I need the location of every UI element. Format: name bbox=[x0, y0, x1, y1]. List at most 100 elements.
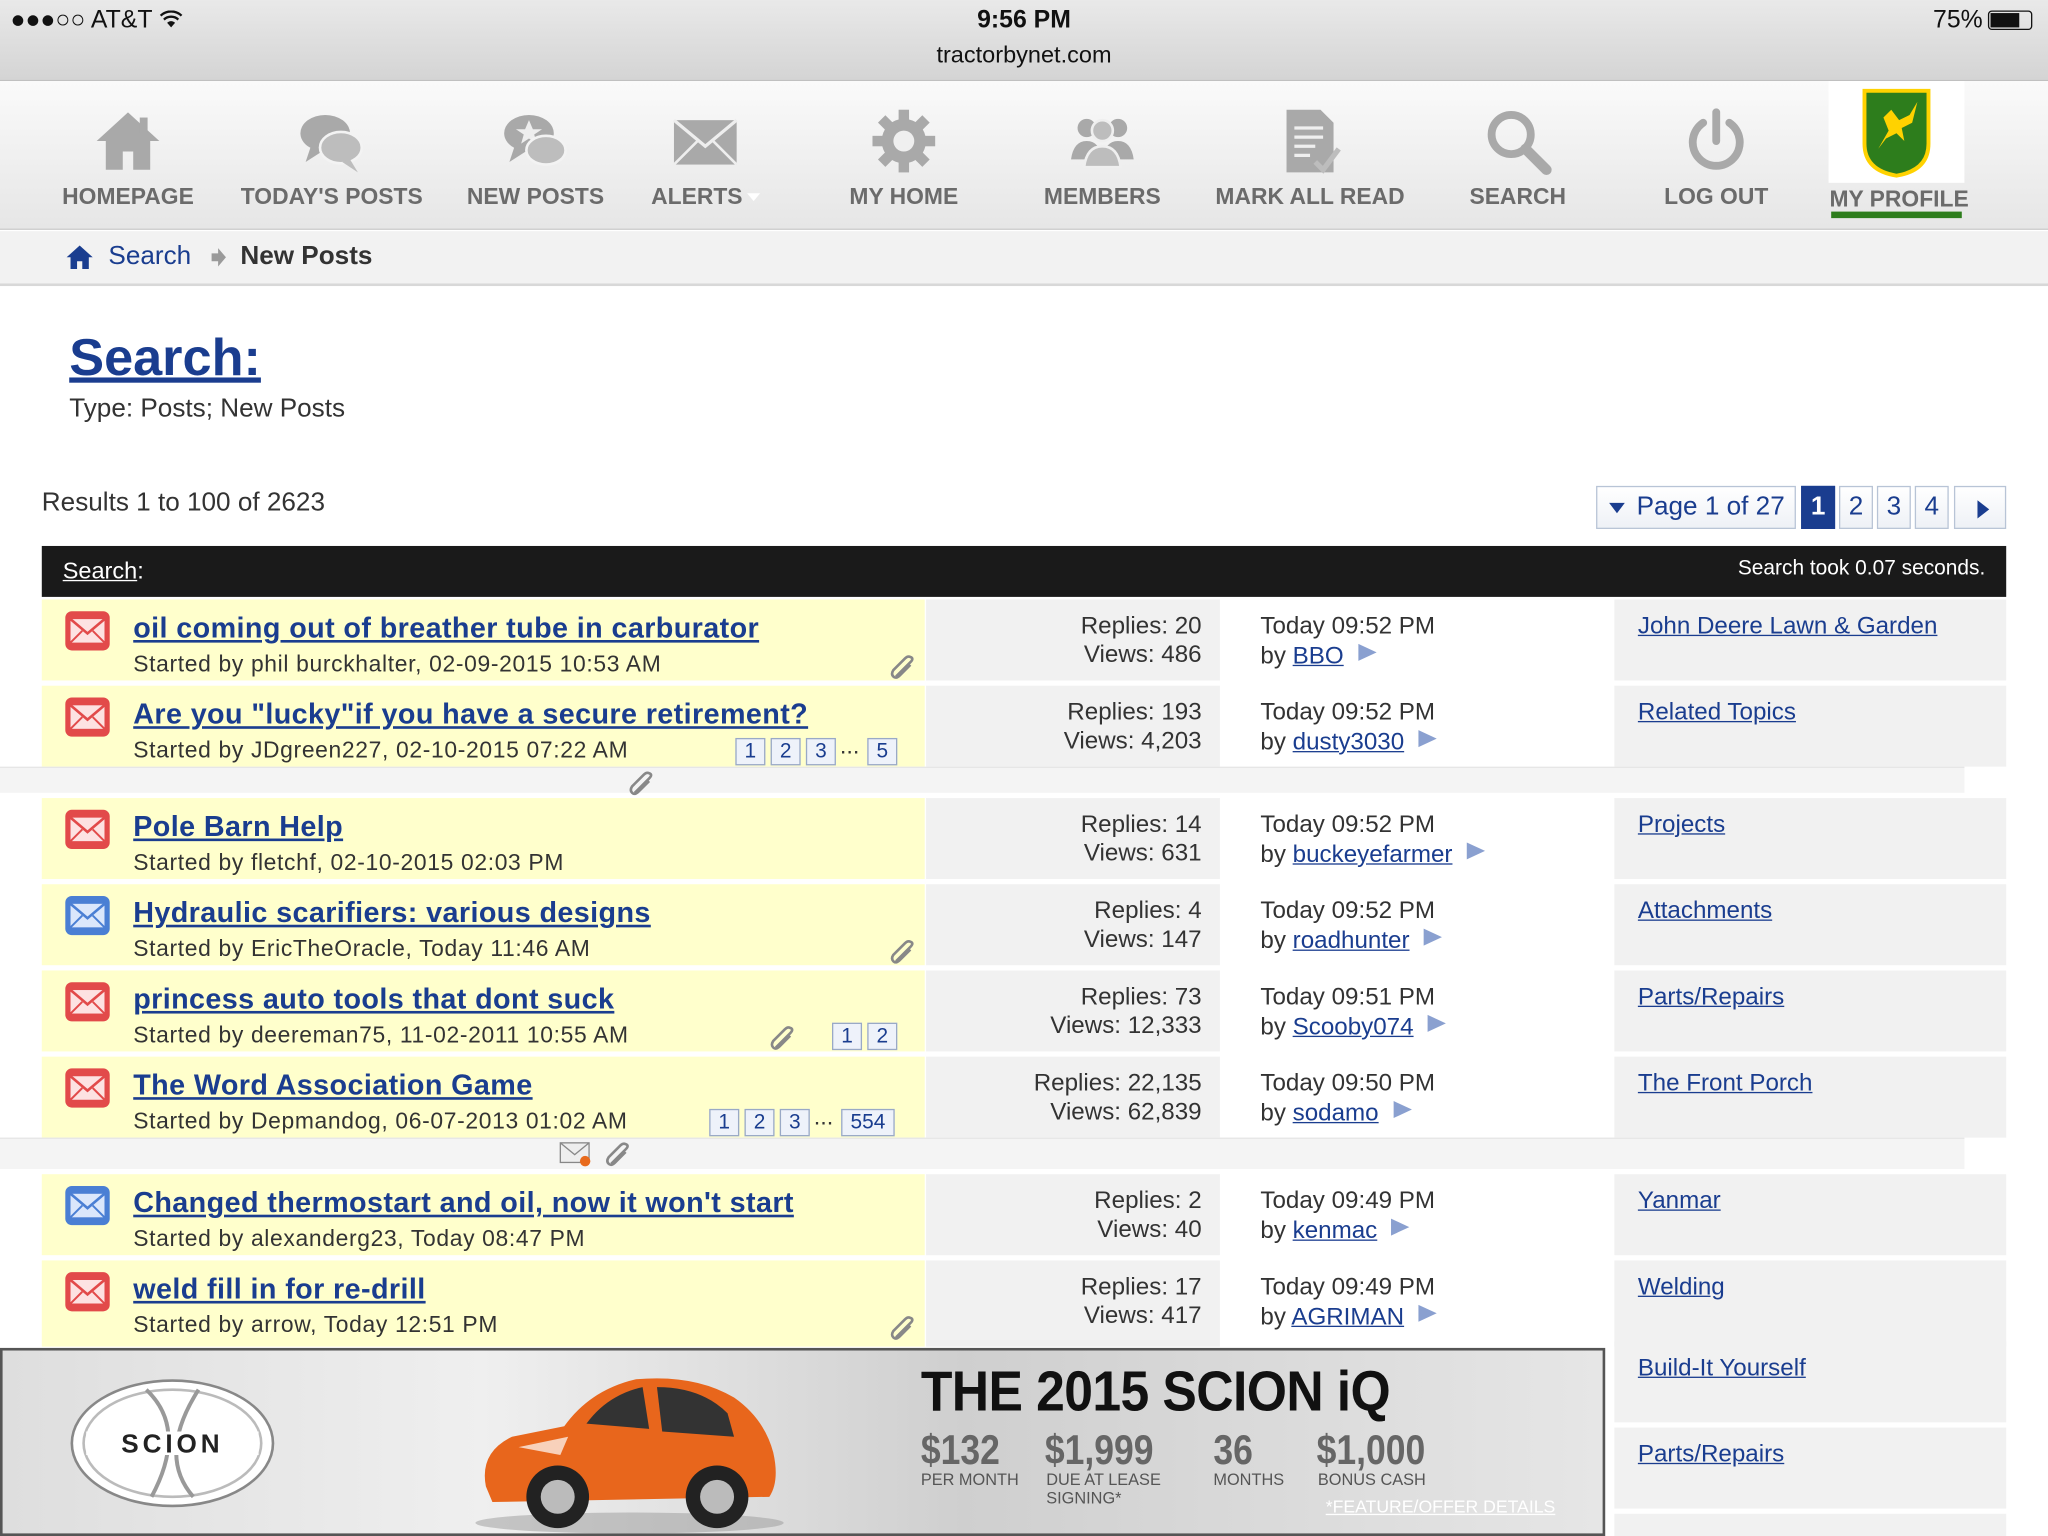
thread-page-link[interactable]: 3 bbox=[805, 737, 836, 766]
nav-new-posts[interactable]: NEW POSTS bbox=[457, 81, 614, 230]
last-poster-link[interactable]: Scooby074 bbox=[1293, 1012, 1414, 1039]
last-poster-link[interactable]: kenmac bbox=[1293, 1216, 1378, 1243]
envelope-red-icon bbox=[65, 697, 110, 737]
nav-alerts[interactable]: ALERTS bbox=[640, 81, 771, 230]
thread-page-link[interactable]: 2 bbox=[770, 737, 801, 766]
table-row: princess auto tools that dont suck Start… bbox=[41, 970, 2007, 1052]
thread-page-link[interactable]: 1 bbox=[735, 737, 766, 766]
breadcrumb-search-link[interactable]: Search bbox=[108, 242, 191, 272]
thread-title-link[interactable]: Pole Barn Help bbox=[133, 810, 343, 844]
thread-page-link[interactable]: 1 bbox=[709, 1108, 740, 1137]
home-icon[interactable] bbox=[65, 243, 94, 272]
paperclip-icon bbox=[606, 1142, 629, 1167]
ad-terms-link[interactable]: *FEATURE/OFFER DETAILS bbox=[1326, 1497, 1556, 1517]
last-post-date: Today 09:52 PM bbox=[1260, 895, 1436, 924]
thread-title-link[interactable]: Changed thermostart and oil, now it won'… bbox=[133, 1186, 794, 1220]
page-title[interactable]: Search: bbox=[69, 329, 261, 388]
thread-title-link[interactable]: oil coming out of breather tube in carbu… bbox=[133, 611, 759, 645]
nav-search[interactable]: SEARCH bbox=[1439, 81, 1596, 230]
page-button-2[interactable]: 2 bbox=[1839, 485, 1873, 529]
last-poster-link[interactable]: sodamo bbox=[1293, 1098, 1379, 1125]
forum-link[interactable]: Parts/Repairs bbox=[1638, 1439, 1784, 1468]
nav-mark-all-read[interactable]: MARK ALL READ bbox=[1204, 81, 1416, 230]
page-button-4[interactable]: 4 bbox=[1914, 485, 1949, 529]
page-button-3[interactable]: 3 bbox=[1876, 485, 1911, 529]
last-poster-link[interactable]: buckeyefarmer bbox=[1293, 840, 1453, 867]
go-to-post-icon[interactable] bbox=[1417, 729, 1438, 749]
thread-stats-cell: Replies: 73 Views: 12,333 bbox=[926, 970, 1220, 1052]
thread-views: Views: 486 bbox=[1083, 639, 1202, 668]
nav-log-out[interactable]: LOG OUT bbox=[1638, 81, 1795, 230]
paperclip-icon bbox=[890, 655, 914, 679]
page-jump-dropdown[interactable]: Page 1 of 27 bbox=[1596, 485, 1796, 529]
go-to-post-icon[interactable] bbox=[1417, 1304, 1438, 1324]
ad-banner[interactable]: SCION THE 2015 SCION iQ $132 PER MONTH $… bbox=[0, 1347, 1606, 1536]
forum-link[interactable]: Parts/Repairs bbox=[1638, 982, 1784, 1011]
last-poster-link[interactable]: dusty3030 bbox=[1293, 728, 1405, 755]
avatar bbox=[1828, 80, 1965, 183]
last-poster-link[interactable]: roadhunter bbox=[1293, 926, 1410, 953]
thread-title-link[interactable]: Are you "lucky"if you have a secure reti… bbox=[133, 697, 808, 731]
chevron-down-icon bbox=[1609, 502, 1625, 514]
thread-title-link[interactable]: Hydraulic scarifiers: various designs bbox=[133, 896, 651, 930]
url-bar[interactable]: tractorbynet.com bbox=[0, 42, 2048, 69]
page-button-1[interactable]: 1 bbox=[1801, 485, 1836, 529]
thread-title-link[interactable]: The Word Association Game bbox=[133, 1068, 532, 1102]
forum-link[interactable]: The Front Porch bbox=[1638, 1068, 1813, 1097]
thread-views: Views: 40 bbox=[1097, 1214, 1202, 1243]
forum-link[interactable]: Related Topics bbox=[1638, 697, 1796, 726]
last-post-date: Today 09:51 PM bbox=[1260, 982, 1436, 1010]
forum-link[interactable]: Attachments bbox=[1638, 896, 1772, 925]
go-to-post-icon[interactable] bbox=[1390, 1217, 1411, 1237]
thread-page-link[interactable]: 5 bbox=[867, 737, 898, 766]
table-row: weld fill in for re-drill Started by arr… bbox=[41, 1260, 2007, 1347]
thread-title-link[interactable]: princess auto tools that dont suck bbox=[133, 982, 614, 1016]
forum-cell: Welding bbox=[1614, 1260, 2007, 1347]
thread-views: Views: 4,203 bbox=[1063, 726, 1202, 754]
nav-my-home[interactable]: MY HOME bbox=[825, 81, 982, 230]
forum-link[interactable]: Yanmar bbox=[1638, 1186, 1721, 1215]
chat-bubbles-icon bbox=[300, 114, 364, 173]
page-ellipsis: ... bbox=[839, 732, 860, 759]
thread-page-link[interactable]: 2 bbox=[744, 1108, 775, 1137]
thread-title-cell: Pole Barn Help Started by fletchf, 02-10… bbox=[41, 798, 925, 880]
nav-my-profile[interactable]: MY PROFILE bbox=[1821, 80, 1978, 230]
last-poster-link[interactable]: BBO bbox=[1293, 641, 1344, 668]
thread-page-link[interactable]: 2 bbox=[867, 1022, 898, 1051]
results-header-search-link[interactable]: Search bbox=[63, 558, 138, 584]
paperclip-icon bbox=[890, 1316, 914, 1340]
last-post-cell: Today 09:51 PM by Scooby074 bbox=[1221, 970, 1614, 1052]
thread-title-link[interactable]: weld fill in for re-drill bbox=[133, 1272, 425, 1306]
envelope-red-icon bbox=[65, 1272, 110, 1312]
status-bar: ●●●○○ AT&T 9:56 PM tractorbynet.com 75% bbox=[0, 0, 2048, 81]
forum-link[interactable]: Build-It Yourself bbox=[1638, 1353, 1806, 1382]
gear-icon bbox=[872, 109, 936, 173]
go-to-post-icon[interactable] bbox=[1423, 927, 1444, 947]
go-to-post-icon[interactable] bbox=[1427, 1014, 1448, 1034]
last-post-cell: Today 09:52 PM by roadhunter bbox=[1221, 884, 1614, 966]
breadcrumb: Search New Posts bbox=[0, 231, 2048, 287]
next-page-button[interactable] bbox=[1953, 485, 2007, 529]
thread-views: Views: 147 bbox=[1083, 924, 1202, 953]
last-poster-link[interactable]: AGRIMAN bbox=[1291, 1302, 1404, 1329]
battery-icon bbox=[1987, 10, 2033, 31]
results-header: Search: Search took 0.07 seconds. bbox=[41, 545, 2007, 597]
thread-page-link[interactable]: 554 bbox=[841, 1108, 895, 1137]
forum-link[interactable]: John Deere Lawn & Garden bbox=[1638, 611, 1938, 640]
thread-page-link[interactable]: 1 bbox=[831, 1022, 863, 1051]
go-to-post-icon[interactable] bbox=[1357, 643, 1378, 663]
chat-star-icon bbox=[504, 114, 567, 166]
search-time: Search took 0.07 seconds. bbox=[1737, 557, 1986, 580]
nav-members[interactable]: MEMBERS bbox=[1024, 81, 1181, 230]
nav-todays-posts[interactable]: TODAY'S POSTS bbox=[232, 81, 431, 230]
thread-page-link[interactable]: 3 bbox=[779, 1108, 810, 1137]
forum-cell: John Deere Lawn & Garden bbox=[1614, 599, 2007, 681]
go-to-post-icon[interactable] bbox=[1392, 1100, 1413, 1120]
forum-cell: Related Topics bbox=[1614, 685, 2007, 767]
forum-link[interactable]: Welding bbox=[1638, 1272, 1725, 1301]
nav-homepage[interactable]: HOMEPAGE bbox=[50, 81, 207, 230]
go-to-post-icon[interactable] bbox=[1466, 841, 1487, 861]
forum-link[interactable]: Projects bbox=[1638, 810, 1725, 839]
ad-headline: THE 2015 SCION iQ bbox=[920, 1360, 1391, 1424]
last-post-cell: Today 09:49 PM by AGRIMAN bbox=[1221, 1260, 1614, 1347]
